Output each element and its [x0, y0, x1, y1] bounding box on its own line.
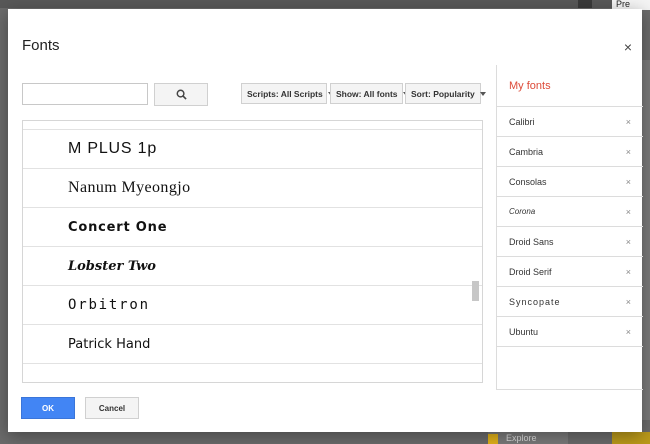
remove-icon[interactable]: ×: [626, 177, 631, 187]
my-font-label: Consolas: [509, 176, 547, 187]
my-font-item: Cambria ×: [497, 137, 643, 167]
my-fonts-title: My fonts: [497, 65, 643, 107]
my-font-item: Corona ×: [497, 197, 643, 227]
sort-dropdown-label: Sort: Popularity: [411, 88, 475, 99]
dialog-title: Fonts: [22, 37, 60, 54]
my-font-label: Calibri: [509, 116, 535, 127]
remove-icon[interactable]: ×: [626, 237, 631, 247]
plus-icon: [488, 433, 498, 444]
background-explore: Explore: [488, 432, 568, 444]
remove-icon[interactable]: ×: [626, 117, 631, 127]
background-yellow-block: [612, 432, 650, 444]
font-list-item[interactable]: Orbitron: [23, 286, 482, 325]
my-font-item: Droid Serif ×: [497, 257, 643, 287]
my-font-label: Corona: [509, 207, 536, 216]
cancel-button[interactable]: Cancel: [85, 397, 139, 419]
remove-icon[interactable]: ×: [626, 207, 631, 217]
font-list-scrollbar[interactable]: [472, 281, 479, 301]
font-list-item[interactable]: Lobster Two: [23, 247, 482, 286]
search-button[interactable]: [154, 83, 208, 106]
my-font-item: Droid Sans ×: [497, 227, 643, 257]
search-input[interactable]: [22, 83, 148, 105]
explore-label: Explore: [506, 433, 537, 443]
my-font-label: Droid Sans: [509, 236, 554, 247]
remove-icon[interactable]: ×: [626, 297, 631, 307]
chevron-down-icon: [479, 91, 486, 96]
ok-button[interactable]: OK: [21, 397, 75, 419]
remove-icon[interactable]: ×: [626, 327, 631, 337]
background-toolbar: [0, 0, 650, 8]
scripts-dropdown[interactable]: Scripts: All Scripts: [241, 83, 334, 104]
remove-icon[interactable]: ×: [626, 147, 631, 157]
my-font-item: Syncopate ×: [497, 287, 643, 317]
my-font-item: Calibri ×: [497, 107, 643, 137]
font-list-item-partial[interactable]: [23, 121, 482, 130]
my-font-item: Ubuntu ×: [497, 317, 643, 347]
my-font-label: Ubuntu: [509, 326, 539, 337]
show-dropdown[interactable]: Show: All fonts: [330, 83, 409, 104]
fonts-dialog: Fonts × Scripts: All Scripts Show: All f…: [8, 9, 643, 432]
my-font-label: Syncopate: [509, 296, 561, 307]
sort-dropdown[interactable]: Sort: Popularity: [405, 83, 486, 104]
remove-icon[interactable]: ×: [626, 267, 631, 277]
my-fonts-panel: My fonts Calibri × Cambria × Consolas × …: [496, 65, 643, 390]
background-icon: [578, 0, 592, 8]
font-list-item[interactable]: Nanum Myeongjo: [23, 169, 482, 208]
my-font-item: Consolas ×: [497, 167, 643, 197]
font-list-item[interactable]: M PLUS 1p: [23, 130, 482, 169]
scripts-dropdown-label: Scripts: All Scripts: [247, 88, 323, 99]
font-list[interactable]: M PLUS 1p Nanum Myeongjo Concert One Lob…: [22, 120, 483, 383]
show-dropdown-label: Show: All fonts: [336, 88, 398, 99]
my-font-label: Droid Serif: [509, 266, 552, 277]
close-icon[interactable]: ×: [624, 39, 632, 55]
search-icon: [176, 89, 187, 100]
font-list-item[interactable]: Concert One: [23, 208, 482, 247]
my-font-label: Cambria: [509, 146, 544, 157]
background-panel: [642, 60, 650, 420]
font-list-item[interactable]: Patrick Hand: [23, 325, 482, 364]
